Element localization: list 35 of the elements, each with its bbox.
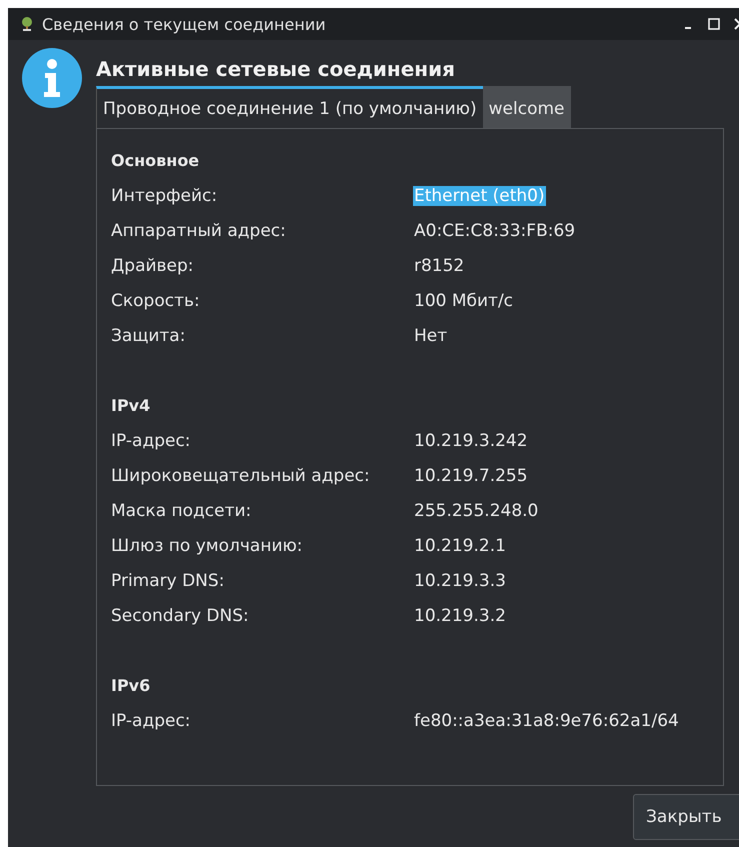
tab[interactable]: Проводное соединение 1 (по умолчанию)	[96, 86, 483, 128]
field-value: 255.255.248.0	[413, 500, 540, 520]
field-value: 100 Мбит/с	[413, 290, 514, 310]
field-value: 10.219.2.1	[413, 536, 507, 556]
field-label: Шлюз по умолчанию:	[111, 536, 304, 556]
field-value: Нет	[413, 326, 448, 346]
field-value: r8152	[413, 256, 466, 276]
field-label: Скорость:	[111, 290, 201, 310]
section-title: IPv4	[111, 395, 152, 417]
section-title: IPv6	[111, 675, 152, 697]
info-icon	[22, 48, 82, 108]
field-value: 10.219.7.255	[413, 466, 529, 486]
field-value: 10.219.3.3	[413, 570, 507, 590]
field-label: Интерфейс:	[111, 186, 218, 206]
tab[interactable]: welcome	[482, 86, 570, 128]
field-label: Primary DNS:	[111, 570, 226, 590]
field-label: Маска подсети:	[111, 500, 252, 520]
field-value: Ethernet (eth0)	[413, 186, 546, 206]
dialog-heading: Активные сетевые соединения	[96, 56, 456, 83]
field-value: fe80::a3ea:31a8:9e76:62a1/64	[413, 710, 680, 730]
field-label: Широковещательный адрес:	[111, 466, 371, 486]
tree-icon	[20, 17, 34, 31]
field-label: Аппаратный адрес:	[111, 220, 287, 240]
field-label: Secondary DNS:	[111, 606, 250, 626]
field-label: Драйвер:	[111, 256, 195, 276]
maximize-icon[interactable]	[707, 17, 721, 31]
section-title: Основное	[111, 150, 200, 172]
field-label: IP-адрес:	[111, 430, 192, 450]
field-label: IP-адрес:	[111, 710, 192, 730]
window-title: Сведения о текущем соединении	[42, 14, 327, 34]
field-value: 10.219.3.2	[413, 606, 507, 626]
field-value: A0:CE:C8:33:FB:69	[413, 220, 576, 240]
close-button[interactable]: Закрыть	[633, 794, 739, 840]
field-value: 10.219.3.242	[413, 430, 529, 450]
field-label: Защита:	[111, 326, 186, 346]
